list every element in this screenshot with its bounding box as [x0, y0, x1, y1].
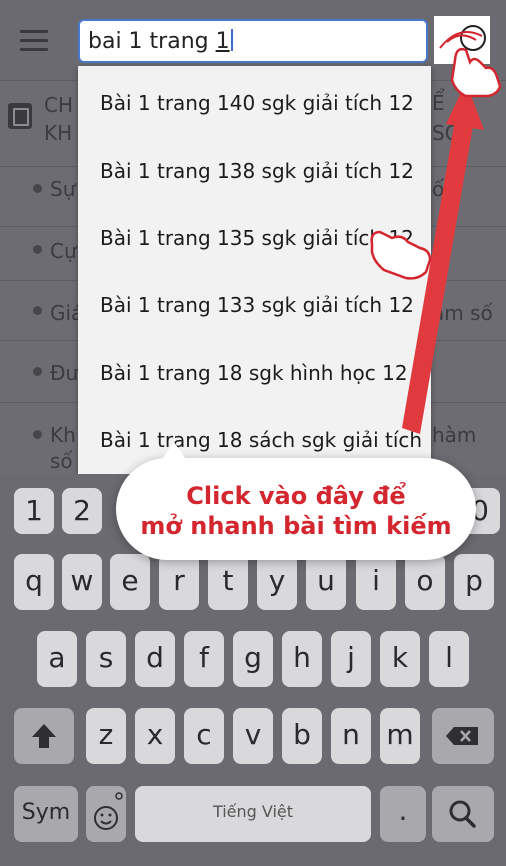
search-input-value: bai 1 trang	[88, 29, 216, 54]
period-key[interactable]: .	[380, 786, 426, 842]
key-p[interactable]: p	[454, 554, 494, 610]
list-item-label-2: số	[50, 449, 73, 473]
key-1[interactable]: 1	[14, 488, 54, 534]
suggestion-item[interactable]: Bài 1 trang 18 sgk hình học 12	[100, 361, 408, 385]
bullet-icon	[33, 184, 42, 193]
emoji-key[interactable]	[86, 786, 126, 842]
key-i[interactable]: i	[356, 554, 396, 610]
key-n[interactable]: n	[331, 708, 371, 764]
chapter-title-right2: SỐ	[432, 121, 461, 145]
tutorial-callout: Click vào đây để mở nhanh bài tìm kiếm	[116, 442, 476, 560]
search-button[interactable]	[434, 16, 490, 64]
list-item-label-right: àm số	[432, 301, 493, 325]
key-h[interactable]: h	[282, 631, 322, 687]
list-item-label-right: hàm	[432, 423, 477, 447]
callout-tail	[160, 442, 188, 462]
key-j[interactable]: j	[331, 631, 371, 687]
shift-arrow-icon	[32, 724, 56, 748]
search-suggestions-dropdown: Bài 1 trang 140 sgk giải tích 12 Bài 1 t…	[78, 66, 431, 474]
key-r[interactable]: r	[159, 554, 199, 610]
shift-key[interactable]	[14, 708, 74, 764]
search-input-value-last: 1	[215, 29, 230, 54]
sym-key[interactable]: Sym	[14, 786, 78, 842]
list-item-label: Cự	[50, 239, 77, 263]
key-t[interactable]: t	[208, 554, 248, 610]
suggestion-item[interactable]: Bài 1 trang 133 sgk giải tích 12	[100, 293, 414, 317]
key-l[interactable]: l	[429, 631, 469, 687]
chapter-title-right1: Ể	[432, 91, 445, 115]
bullet-icon	[33, 430, 42, 439]
menu-icon[interactable]	[20, 30, 48, 51]
key-b[interactable]: b	[282, 708, 322, 764]
search-icon	[449, 800, 476, 828]
key-u[interactable]: u	[306, 554, 346, 610]
list-item-label-right: ố	[432, 177, 445, 201]
key-y[interactable]: y	[257, 554, 297, 610]
callout-line2: mở nhanh bài tìm kiếm	[140, 512, 452, 540]
chapter-title-line1: CH	[44, 93, 74, 117]
search-icon	[460, 25, 486, 51]
key-g[interactable]: g	[233, 631, 273, 687]
bullet-icon	[33, 245, 42, 254]
book-icon	[8, 103, 32, 129]
suggestion-item[interactable]: Bài 1 trang 18 sách sgk giải tích	[100, 428, 422, 452]
suggestion-item[interactable]: Bài 1 trang 135 sgk giải tích 12	[100, 226, 414, 250]
key-x[interactable]: x	[135, 708, 175, 764]
backspace-key[interactable]	[432, 708, 494, 764]
bullet-icon	[33, 367, 42, 376]
suggestion-item[interactable]: Bài 1 trang 140 sgk giải tích 12	[100, 91, 414, 115]
key-z[interactable]: z	[86, 708, 126, 764]
list-item-label: Đư	[50, 361, 79, 385]
key-2[interactable]: 2	[62, 488, 102, 534]
key-a[interactable]: a	[37, 631, 77, 687]
space-key[interactable]: Tiếng Việt	[135, 786, 371, 842]
list-item-label: Sự	[50, 177, 76, 201]
key-q[interactable]: q	[14, 554, 54, 610]
key-s[interactable]: s	[86, 631, 126, 687]
key-m[interactable]: m	[380, 708, 420, 764]
suggestion-item[interactable]: Bài 1 trang 138 sgk giải tích 12	[100, 159, 414, 183]
chapter-title-line2: KH	[44, 121, 73, 145]
key-f[interactable]: f	[184, 631, 224, 687]
smiley-icon	[94, 792, 123, 830]
list-item-label: Kh	[50, 423, 76, 447]
search-input[interactable]: bai 1 trang 1	[78, 19, 428, 63]
search-key[interactable]	[432, 786, 494, 842]
bullet-icon	[33, 306, 42, 315]
callout-line1: Click vào đây để	[186, 482, 406, 510]
key-v[interactable]: v	[233, 708, 273, 764]
key-c[interactable]: c	[184, 708, 224, 764]
key-k[interactable]: k	[380, 631, 420, 687]
backspace-icon	[446, 727, 478, 745]
key-w[interactable]: w	[62, 554, 102, 610]
key-d[interactable]: d	[135, 631, 175, 687]
key-e[interactable]: e	[110, 554, 150, 610]
text-caret	[230, 29, 233, 51]
key-o[interactable]: o	[405, 554, 445, 610]
